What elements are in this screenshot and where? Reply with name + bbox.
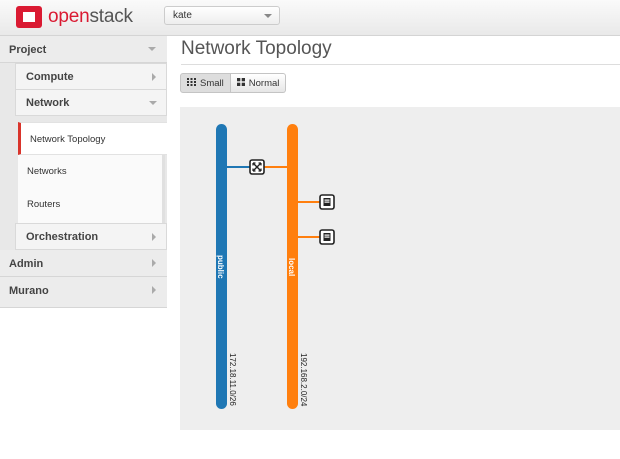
normal-view-button[interactable]: Normal bbox=[230, 73, 287, 93]
network-public-name: public bbox=[216, 255, 225, 279]
openstack-logo-icon bbox=[16, 6, 42, 28]
chevron-right-icon bbox=[152, 73, 156, 81]
tenant-selected-label: kate bbox=[173, 10, 192, 21]
chevron-down-icon bbox=[149, 101, 157, 105]
normal-grid-icon bbox=[236, 77, 245, 89]
chevron-down-icon bbox=[264, 14, 272, 18]
sidebar: Project Compute Network Network Topology… bbox=[0, 36, 167, 308]
panel-group-network[interactable]: Network bbox=[15, 89, 167, 116]
chevron-right-icon bbox=[152, 259, 156, 267]
top-navbar: openstack kate bbox=[0, 0, 620, 36]
dashboard-project[interactable]: Project bbox=[0, 36, 167, 63]
network-local-cidr: 192.168.2.0/24 bbox=[299, 353, 308, 407]
chevron-right-icon bbox=[152, 286, 156, 294]
title-divider bbox=[181, 64, 620, 65]
chevron-down-icon bbox=[148, 47, 156, 51]
dashboard-admin[interactable]: Admin bbox=[0, 250, 167, 277]
router-icon[interactable] bbox=[249, 159, 265, 175]
network-local-name: local bbox=[287, 258, 296, 276]
openstack-logo[interactable]: openstack bbox=[16, 6, 133, 28]
panel-group-compute[interactable]: Compute bbox=[15, 63, 167, 90]
nav-item-networks[interactable]: Networks bbox=[18, 155, 165, 188]
nav-item-routers[interactable]: Routers bbox=[18, 188, 165, 223]
small-view-button[interactable]: Small bbox=[180, 73, 231, 93]
topology-canvas: public 172.18.11.0/26 local 192.168.2.0/… bbox=[180, 107, 620, 430]
panel-group-orchestration[interactable]: Orchestration bbox=[15, 223, 167, 250]
page-title: Network Topology bbox=[181, 38, 332, 59]
small-grid-icon bbox=[187, 77, 196, 89]
tenant-dropdown[interactable]: kate bbox=[164, 6, 280, 25]
network-local[interactable]: local 192.168.2.0/24 bbox=[287, 124, 308, 409]
network-public-cidr: 172.18.11.0/26 bbox=[228, 353, 237, 406]
instance-icon[interactable] bbox=[319, 194, 335, 210]
chevron-right-icon bbox=[152, 233, 156, 241]
brand-text: openstack bbox=[48, 6, 133, 27]
view-size-toggle: Small Normal bbox=[180, 73, 287, 93]
dashboard-murano[interactable]: Murano bbox=[0, 277, 167, 308]
instance-icon[interactable] bbox=[319, 229, 335, 245]
nav-item-network-topology[interactable]: Network Topology bbox=[18, 122, 167, 155]
